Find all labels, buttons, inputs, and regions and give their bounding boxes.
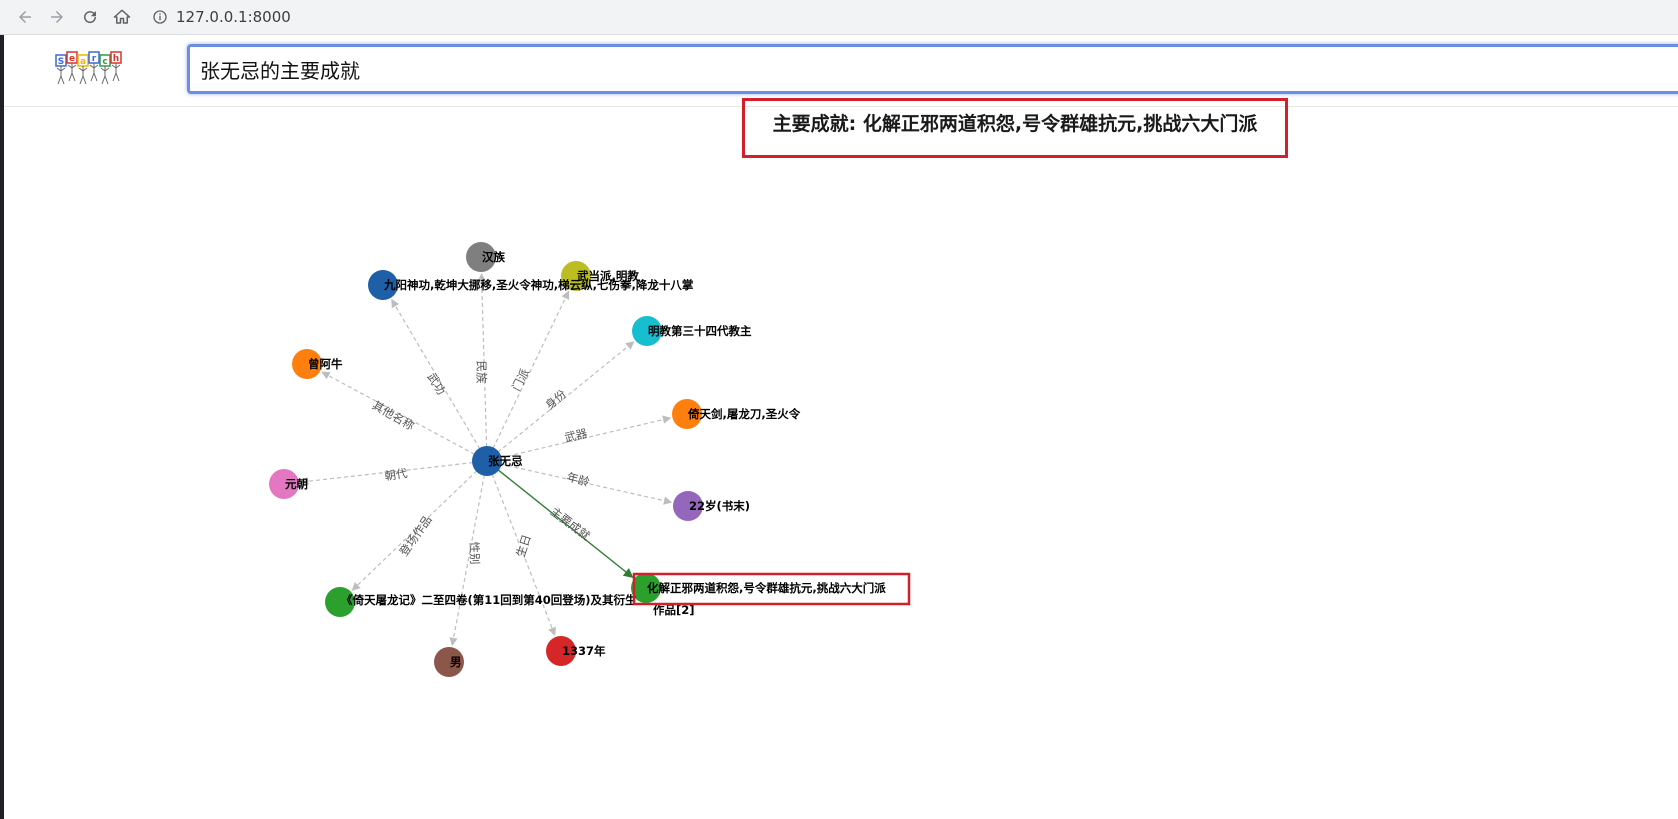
graph-node-label: 22岁(书末) bbox=[689, 499, 750, 513]
graph-node-label: 汉族 bbox=[482, 250, 505, 264]
graph-edge-label: 身份 bbox=[542, 387, 569, 413]
graph-node-label: 曾阿牛 bbox=[308, 357, 343, 371]
graph-edge-label: 朝代 bbox=[384, 466, 409, 483]
graph-node-label: 九阳神功,乾坤大挪移,圣火令神功,梯云纵,七伤拳,降龙十八掌 bbox=[383, 278, 694, 292]
graph-node-label: 明教第三十四代教主 bbox=[648, 324, 752, 338]
graph-edge-label: 武器 bbox=[563, 426, 589, 445]
graph-node-label: 化解正邪两道积怨,号令群雄抗元,挑战六大门派 bbox=[647, 581, 886, 595]
graph-node-label: 倚天剑,屠龙刀,圣火令 bbox=[687, 407, 801, 421]
graph-node-label: 张无忌 bbox=[488, 454, 523, 468]
graph-edge-label: 生日 bbox=[513, 533, 533, 559]
knowledge-graph: 民族 门派武功身份其他名称武器朝代 年龄主要成就登场作品 性别 生日 张无忌汉族武当派,… bbox=[269, 242, 911, 677]
graph-node-label: 男 bbox=[450, 655, 462, 669]
graph-edge-label: 其他名称 bbox=[370, 398, 417, 433]
graph-edge-label: 武功 bbox=[424, 370, 448, 397]
graph-edge-label: 民族 bbox=[475, 361, 489, 384]
graph-edge-label: 门派 bbox=[509, 366, 532, 393]
graph-edge-label: 年龄 bbox=[565, 470, 591, 490]
graph-edge-label: 性别 bbox=[467, 541, 482, 564]
graph-node-label: 1337年 bbox=[562, 644, 606, 658]
graph-edge-label: 登场作品 bbox=[397, 513, 435, 559]
graph-node-label: 元朝 bbox=[285, 477, 308, 491]
graph-edge-label: 主要成就 bbox=[548, 504, 594, 543]
